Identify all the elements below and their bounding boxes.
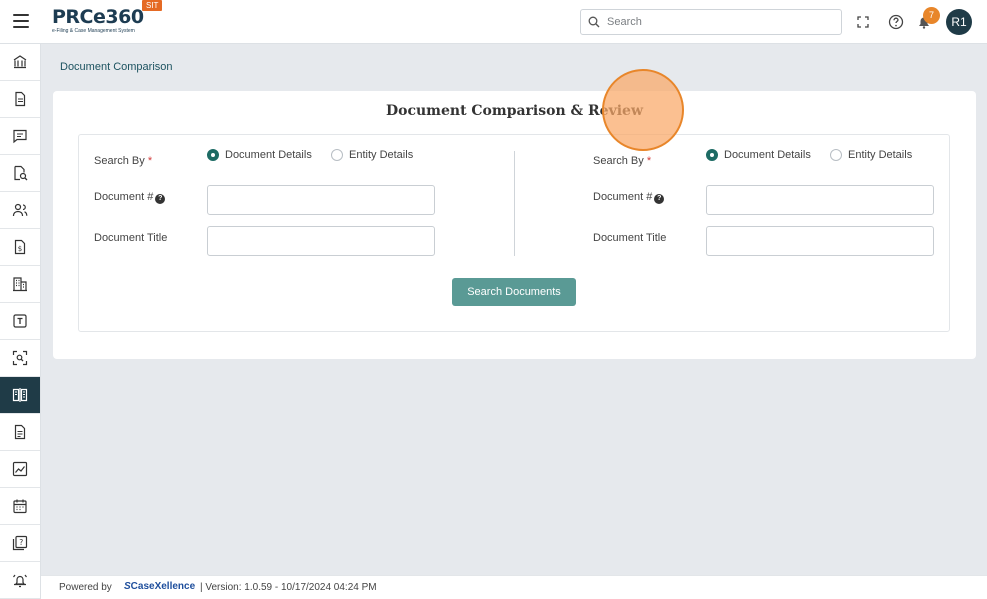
left-document-title-label: Document Title <box>94 232 168 244</box>
radio-checked-icon <box>207 149 219 161</box>
compare-icon <box>12 388 28 402</box>
global-search[interactable] <box>580 9 842 35</box>
sidebar-item-scan[interactable] <box>0 340 40 377</box>
sidebar-item-alerts[interactable] <box>0 562 40 599</box>
right-document-title-label: Document Title <box>593 232 667 244</box>
search-input[interactable] <box>607 13 832 31</box>
help-icon[interactable] <box>886 12 906 32</box>
svg-text:$: $ <box>18 245 22 253</box>
right-document-number-input[interactable] <box>707 186 933 214</box>
template-icon <box>13 314 27 328</box>
radio-label: Entity Details <box>349 149 414 161</box>
right-radio-document-details[interactable]: Document Details <box>706 149 811 161</box>
calendar-icon <box>13 499 27 514</box>
right-radio-entity-details[interactable]: Entity Details <box>830 149 912 161</box>
comparison-card: Document Comparison & Review Search By *… <box>53 91 976 359</box>
left-search-by-label: Search By * <box>94 155 153 167</box>
radio-label: Document Details <box>724 149 811 161</box>
logo-subtitle: e-Filing & Case Management System <box>52 28 135 34</box>
report-icon <box>14 424 26 440</box>
cursor-highlight <box>602 69 684 151</box>
left-document-number-field[interactable] <box>207 185 435 215</box>
sidebar-item-messages[interactable] <box>0 118 40 155</box>
sidebar-item-documents[interactable] <box>0 81 40 118</box>
document-icon <box>15 91 26 107</box>
sidebar-item-reports[interactable] <box>0 414 40 451</box>
search-icon <box>588 16 600 28</box>
user-avatar[interactable]: R1 <box>946 9 972 35</box>
sidebar-item-users[interactable] <box>0 192 40 229</box>
radio-label: Entity Details <box>848 149 913 161</box>
app-logo[interactable]: PRCe360 e-Filing & Case Management Syste… <box>52 0 163 38</box>
left-document-number-input[interactable] <box>208 186 434 214</box>
left-radio-document-details[interactable]: Document Details <box>207 149 312 161</box>
right-document-number-label: Document #? <box>593 191 665 204</box>
search-panel: Search By * Document Details Entity Deta… <box>78 134 950 332</box>
chart-icon <box>12 461 28 477</box>
question-circle-icon[interactable]: ? <box>155 194 166 204</box>
footer: Powered by SCaseXellence | Version: 1.0.… <box>41 575 987 599</box>
sidebar-item-templates[interactable] <box>0 303 40 340</box>
hamburger-menu-icon[interactable] <box>13 14 29 28</box>
document-search-icon <box>14 165 28 181</box>
help-document-icon: ? <box>12 535 28 551</box>
radio-checked-icon <box>706 149 718 161</box>
sidebar-item-help-docs[interactable]: ? <box>0 525 40 562</box>
scan-icon <box>12 350 28 366</box>
notification-count-badge[interactable]: 7 <box>923 7 940 24</box>
chat-icon <box>13 129 27 144</box>
left-document-title-field[interactable] <box>207 226 435 256</box>
bank-icon <box>13 55 27 69</box>
right-search-by-label: Search By * <box>593 155 652 167</box>
right-document-number-field[interactable] <box>706 185 934 215</box>
sidebar-item-analytics[interactable] <box>0 451 40 488</box>
document-dollar-icon: $ <box>14 239 26 255</box>
breadcrumb[interactable]: Document Comparison <box>60 61 173 73</box>
left-document-number-label: Document #? <box>94 191 166 204</box>
sidebar-item-fees[interactable]: $ <box>0 229 40 266</box>
svg-text:?: ? <box>19 538 23 547</box>
radio-label: Document Details <box>225 149 312 161</box>
required-mark: * <box>646 155 652 167</box>
radio-unchecked-icon <box>830 149 842 161</box>
sidebar-item-calendar[interactable] <box>0 488 40 525</box>
radio-unchecked-icon <box>331 149 343 161</box>
sidebar: $ ? <box>0 44 41 599</box>
fullscreen-icon[interactable] <box>853 12 873 32</box>
env-badge: SIT <box>142 0 163 11</box>
building-icon <box>13 277 27 292</box>
version-info: | Version: 1.0.59 - 10/17/2024 04:24 PM <box>200 582 377 593</box>
right-document-title-input[interactable] <box>707 227 933 255</box>
right-document-title-field[interactable] <box>706 226 934 256</box>
question-circle-icon[interactable]: ? <box>654 194 665 204</box>
left-radio-entity-details[interactable]: Entity Details <box>331 149 413 161</box>
column-divider <box>514 151 515 256</box>
top-header: PRCe360 e-Filing & Case Management Syste… <box>0 0 987 44</box>
sidebar-item-document-comparison[interactable] <box>0 377 40 414</box>
casexellence-logo: SCaseXellence <box>124 581 196 592</box>
required-mark: * <box>147 155 153 167</box>
page-title: Document Comparison & Review <box>385 103 643 119</box>
brand-mark-icon: S <box>124 581 131 592</box>
sidebar-item-bank[interactable] <box>0 44 40 81</box>
sidebar-item-document-search[interactable] <box>0 155 40 192</box>
users-icon <box>12 203 28 217</box>
search-documents-button[interactable]: Search Documents <box>452 278 576 306</box>
sidebar-item-organizations[interactable] <box>0 266 40 303</box>
left-document-title-input[interactable] <box>208 227 434 255</box>
powered-by-label: Powered by <box>59 582 112 593</box>
alarm-icon <box>13 574 27 588</box>
